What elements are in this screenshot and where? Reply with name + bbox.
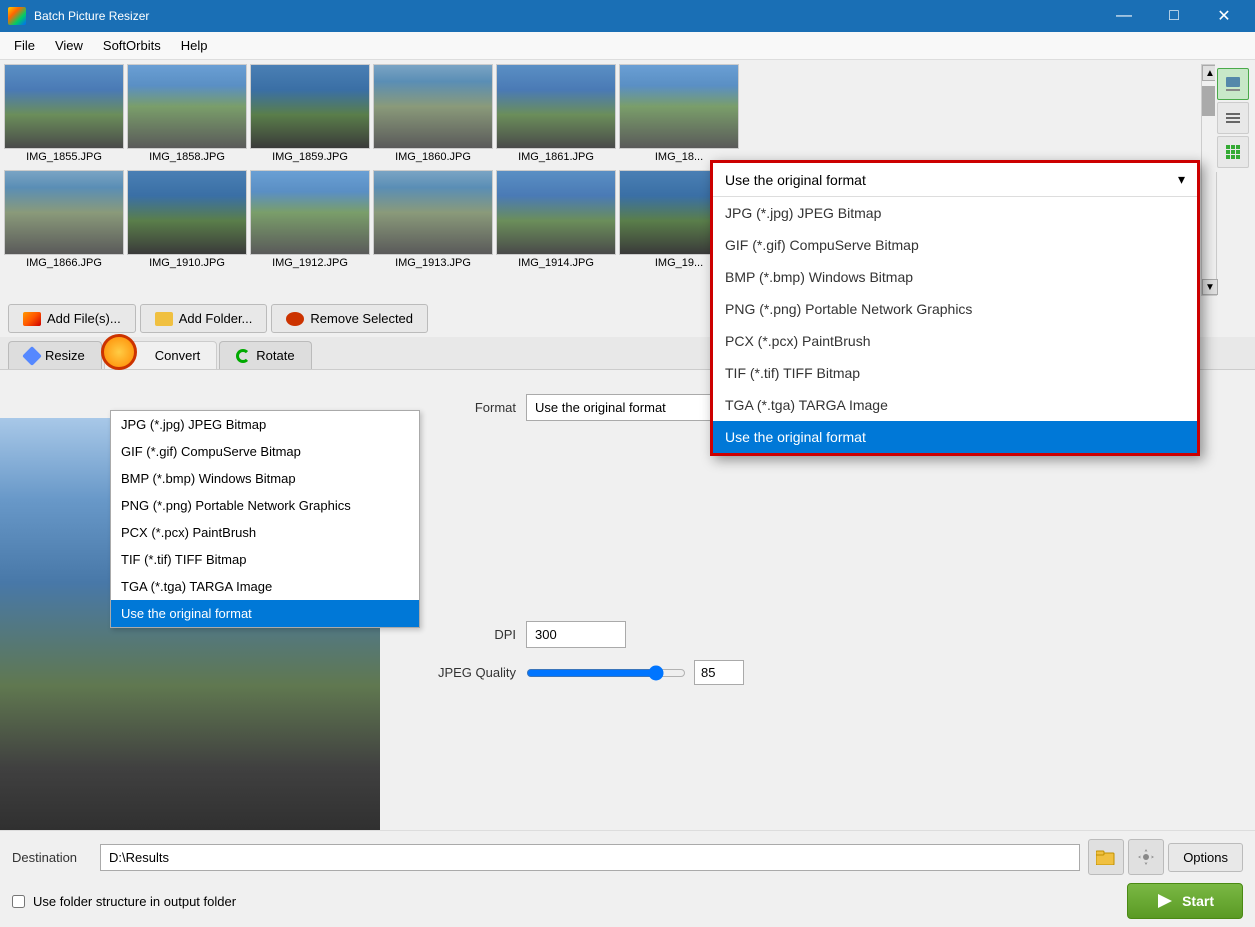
destination-row: Destination Options [12,839,1243,875]
big-dropdown-item-pcx[interactable]: PCX (*.pcx) PaintBrush [713,325,1197,357]
format-dropdown-open: JPG (*.jpg) JPEG Bitmap GIF (*.gif) Comp… [110,410,420,628]
thumbnail-label: IMG_1910.JPG [127,255,247,271]
browse-folder-button[interactable] [1088,839,1124,875]
minimize-button[interactable]: — [1101,0,1147,32]
scroll-down-button[interactable]: ▼ [1202,279,1218,295]
thumbnail-label: IMG_1913.JPG [373,255,493,271]
list-view-button[interactable] [1217,102,1249,134]
list-item[interactable]: IMG_1866.JPG [4,170,124,271]
big-dropdown-item-tga[interactable]: TGA (*.tga) TARGA Image [713,389,1197,421]
remove-selected-button[interactable]: Remove Selected [271,304,428,333]
options-button[interactable]: Options [1168,843,1243,872]
list-item[interactable]: IMG_1910.JPG [127,170,247,271]
jpeg-quality-slider-container [526,660,744,685]
menu-file[interactable]: File [4,34,45,57]
big-dropdown-item-tif[interactable]: TIF (*.tif) TIFF Bitmap [713,357,1197,389]
maximize-button[interactable]: □ [1151,0,1197,32]
tab-resize[interactable]: Resize [8,341,102,369]
dropdown-item-png[interactable]: PNG (*.png) Portable Network Graphics [111,492,419,519]
dropdown-item-tif[interactable]: TIF (*.tif) TIFF Bitmap [111,546,419,573]
big-dropdown-item-gif[interactable]: GIF (*.gif) CompuServe Bitmap [713,229,1197,261]
thumbnail-image [373,170,493,255]
list-item[interactable]: IMG_1912.JPG [250,170,370,271]
tab-convert[interactable]: Convert [104,341,218,369]
add-folder-button[interactable]: Add Folder... [140,304,268,333]
thumbnail-image [127,64,247,149]
folder-structure-checkbox[interactable] [12,895,25,908]
big-dropdown-overlay: Use the original format ▾ JPG (*.jpg) JP… [710,160,1200,456]
menu-softorbits[interactable]: SoftOrbits [93,34,171,57]
thumbnail-image [250,64,370,149]
resize-tab-icon [22,346,42,366]
folder-structure-row: Use folder structure in output folder [12,894,236,909]
title-bar: Batch Picture Resizer — □ ✕ [0,0,1255,32]
thumbnail-image [4,170,124,255]
thumbnail-label: IMG_1914.JPG [496,255,616,271]
dpi-label: DPI [416,627,516,642]
big-dropdown-item-original[interactable]: Use the original format [713,421,1197,453]
big-dropdown-item-bmp[interactable]: BMP (*.bmp) Windows Bitmap [713,261,1197,293]
destination-label: Destination [12,850,92,865]
rotate-tab-icon [236,349,250,363]
tab-rotate[interactable]: Rotate [219,341,311,369]
dropdown-item-original[interactable]: Use the original format [111,600,419,627]
app-icon [8,7,26,25]
dropdown-item-jpg[interactable]: JPG (*.jpg) JPEG Bitmap [111,411,419,438]
dropdown-item-gif[interactable]: GIF (*.gif) CompuServe Bitmap [111,438,419,465]
app-title: Batch Picture Resizer [34,9,149,23]
thumbnail-label: IMG_1912.JPG [250,255,370,271]
dropdown-item-tga[interactable]: TGA (*.tga) TARGA Image [111,573,419,600]
dropdown-item-pcx[interactable]: PCX (*.pcx) PaintBrush [111,519,419,546]
jpeg-quality-value[interactable] [694,660,744,685]
dropdown-item-bmp[interactable]: BMP (*.bmp) Windows Bitmap [111,465,419,492]
thumbnail-image [250,170,370,255]
jpeg-quality-slider[interactable] [526,665,686,681]
main-content: IMG_1855.JPG IMG_1858.JPG IMG_1859.JPG I… [0,60,1255,927]
format-label: Format [416,400,516,415]
thumbnail-image [127,170,247,255]
close-button[interactable]: ✕ [1201,0,1247,32]
dpi-input[interactable] [526,621,626,648]
destination-input[interactable] [100,844,1080,871]
start-button[interactable]: Start [1127,883,1243,919]
thumbnail-label: IMG_1861.JPG [496,149,616,165]
dpi-row: DPI [416,621,1239,648]
settings-button[interactable] [1128,839,1164,875]
image-view-button[interactable] [1217,68,1249,100]
bottom-bar: Destination Options Use folder structure… [0,830,1255,927]
folder-structure-label: Use folder structure in output folder [33,894,236,909]
big-dropdown-item-jpg[interactable]: JPG (*.jpg) JPEG Bitmap [713,197,1197,229]
thumbnail-label: IMG_1866.JPG [4,255,124,271]
menu-view[interactable]: View [45,34,93,57]
thumbnail-image [496,170,616,255]
menu-bar: File View SoftOrbits Help [0,32,1255,60]
thumbnail-image [619,64,739,149]
thumbnail-image [373,64,493,149]
list-item[interactable]: IMG_1914.JPG [496,170,616,271]
thumbnail-label: IMG_1858.JPG [127,149,247,165]
big-dropdown-header[interactable]: Use the original format ▾ [713,163,1197,197]
jpeg-quality-row: JPEG Quality [416,660,1239,685]
big-dropdown-item-png[interactable]: PNG (*.png) Portable Network Graphics [713,293,1197,325]
thumbnail-image [4,64,124,149]
menu-help[interactable]: Help [171,34,218,57]
thumbnail-label: IMG_1855.JPG [4,149,124,165]
grid-view-button[interactable] [1217,136,1249,168]
add-folder-icon [155,312,173,326]
add-files-button[interactable]: Add File(s)... [8,304,136,333]
list-item[interactable]: IMG_1913.JPG [373,170,493,271]
add-files-icon [23,312,41,326]
thumbnail-label: IMG_1859.JPG [250,149,370,165]
remove-icon [286,312,304,326]
thumbnail-label: IMG_1860.JPG [373,149,493,165]
thumbnail-image [496,64,616,149]
jpeg-quality-label: JPEG Quality [416,665,516,680]
convert-tab-icon [101,334,137,370]
